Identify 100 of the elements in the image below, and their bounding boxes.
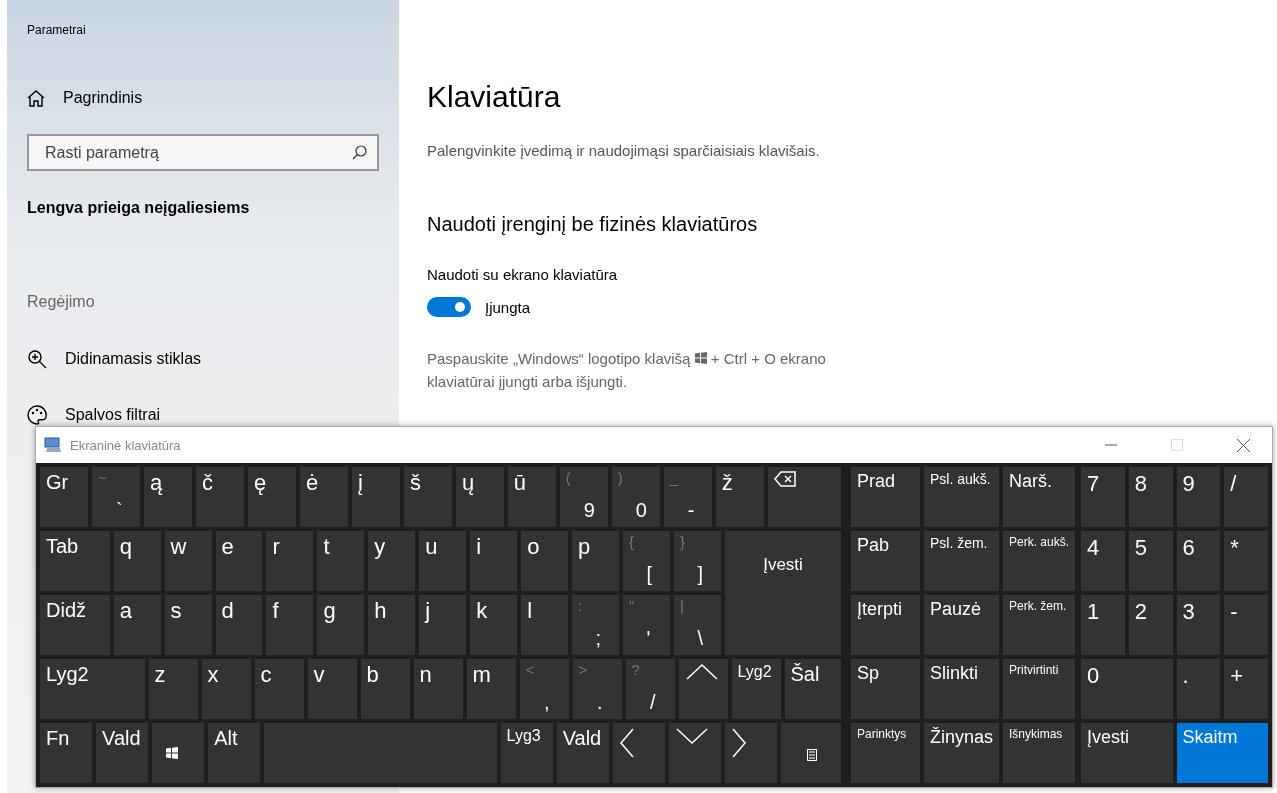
key[interactable]: l — [521, 595, 569, 655]
key[interactable]: 6 — [1176, 531, 1221, 591]
key[interactable]: Lyg2 — [40, 659, 145, 719]
key[interactable]: Perk. aukš. — [1002, 531, 1075, 591]
key[interactable]: | \ — [673, 595, 721, 655]
key[interactable]: u — [419, 531, 467, 591]
key[interactable]: - — [1224, 595, 1268, 655]
key[interactable]: x — [201, 659, 251, 719]
key[interactable]: d — [215, 595, 263, 655]
key[interactable]: Fn — [40, 723, 93, 783]
left-key[interactable] — [612, 723, 665, 783]
key[interactable]: ą — [143, 467, 192, 527]
key[interactable]: / — [1224, 467, 1268, 527]
key[interactable]: ) 0 — [611, 467, 660, 527]
key[interactable]: c — [254, 659, 304, 719]
key[interactable]: m — [466, 659, 516, 719]
key[interactable]: w — [164, 531, 212, 591]
key[interactable]: + — [1224, 659, 1268, 719]
key[interactable]: r — [266, 531, 314, 591]
nav-item[interactable]: Didinamasis stiklas — [27, 349, 379, 369]
down-key[interactable] — [668, 723, 721, 783]
key[interactable]: Lyg2 — [731, 659, 781, 719]
key[interactable]: Išnykimas — [1002, 723, 1075, 783]
key[interactable]: Psl. aukš. — [923, 467, 999, 527]
key[interactable]: Vald — [96, 723, 149, 783]
key[interactable]: Vald — [556, 723, 609, 783]
key[interactable]: Narš. — [1002, 467, 1075, 527]
key[interactable]: h — [368, 595, 416, 655]
key[interactable]: ę — [247, 467, 296, 527]
key[interactable]: } ] — [673, 531, 721, 591]
key[interactable]: o — [521, 531, 569, 591]
key[interactable]: 2 — [1128, 595, 1173, 655]
key[interactable]: Gr — [40, 467, 88, 527]
home-link[interactable]: Pagrindinis — [27, 89, 379, 107]
key[interactable]: v — [307, 659, 357, 719]
key[interactable]: n — [413, 659, 463, 719]
up-key[interactable] — [678, 659, 728, 719]
key[interactable]: Pauzė — [923, 595, 999, 655]
key[interactable]: Įvesti — [1081, 723, 1173, 783]
key[interactable]: 1 — [1081, 595, 1125, 655]
key[interactable]: " ' — [623, 595, 670, 655]
key[interactable]: Žinynas — [923, 723, 999, 783]
key[interactable]: Alt — [208, 723, 261, 783]
key[interactable]: 5 — [1128, 531, 1173, 591]
key[interactable]: Šal — [784, 659, 841, 719]
key[interactable]: 3 — [1176, 595, 1221, 655]
key[interactable]: ž — [715, 467, 764, 527]
key[interactable]: f — [266, 595, 314, 655]
right-key[interactable] — [724, 723, 777, 783]
key[interactable]: Pab — [851, 531, 920, 591]
key[interactable]: ? / — [625, 659, 675, 719]
windows-key[interactable] — [152, 723, 205, 783]
key[interactable]: į — [351, 467, 400, 527]
key[interactable]: j — [419, 595, 467, 655]
key[interactable]: > . — [572, 659, 622, 719]
key[interactable]: b — [360, 659, 410, 719]
key[interactable]: q — [113, 531, 161, 591]
backspace-key[interactable] — [767, 467, 841, 527]
key[interactable]: a — [113, 595, 161, 655]
key[interactable]: Slinkti — [923, 659, 999, 719]
nav-item[interactable]: Spalvos filtrai — [27, 405, 379, 425]
key[interactable]: ( 9 — [559, 467, 608, 527]
key[interactable]: g — [317, 595, 365, 655]
toggle-switch[interactable] — [427, 297, 471, 317]
key[interactable]: p — [572, 531, 620, 591]
key[interactable]: { [ — [623, 531, 670, 591]
key[interactable]: 9 — [1176, 467, 1221, 527]
key[interactable]: k — [470, 595, 518, 655]
key[interactable]: t — [317, 531, 365, 591]
search-input[interactable]: Rasti parametrą — [43, 142, 352, 163]
key[interactable]: : ; — [572, 595, 620, 655]
menu-key[interactable] — [780, 723, 841, 783]
key[interactable]: š — [403, 467, 452, 527]
key[interactable]: y — [368, 531, 416, 591]
key[interactable]: 0 — [1081, 659, 1173, 719]
key[interactable]: 8 — [1128, 467, 1173, 527]
key[interactable]: Parinktys — [851, 723, 920, 783]
key[interactable]: i — [470, 531, 518, 591]
search-field[interactable]: Rasti parametrą — [27, 134, 379, 171]
key[interactable]: ė — [299, 467, 348, 527]
key[interactable]: s — [164, 595, 212, 655]
key[interactable]: č — [195, 467, 244, 527]
key[interactable]: . — [1176, 659, 1221, 719]
key[interactable]: < , — [519, 659, 569, 719]
key[interactable]: 7 — [1081, 467, 1125, 527]
key[interactable]: Didž — [40, 595, 110, 655]
key[interactable]: z — [148, 659, 198, 719]
key[interactable]: Sp — [851, 659, 920, 719]
key[interactable]: Įterpti — [851, 595, 920, 655]
key[interactable]: Psl. žem. — [923, 531, 999, 591]
key[interactable]: ų — [455, 467, 504, 527]
key[interactable]: e — [215, 531, 263, 591]
key[interactable]: Lyg3 — [500, 723, 553, 783]
key[interactable]: * — [1224, 531, 1268, 591]
key[interactable]: ~ ` — [92, 467, 140, 527]
key[interactable]: Skaitm — [1176, 723, 1268, 783]
key[interactable]: _ - — [663, 467, 712, 527]
key[interactable]: Prad — [851, 467, 920, 527]
key[interactable]: 4 — [1081, 531, 1125, 591]
enter-key[interactable]: Įvesti — [725, 531, 841, 655]
